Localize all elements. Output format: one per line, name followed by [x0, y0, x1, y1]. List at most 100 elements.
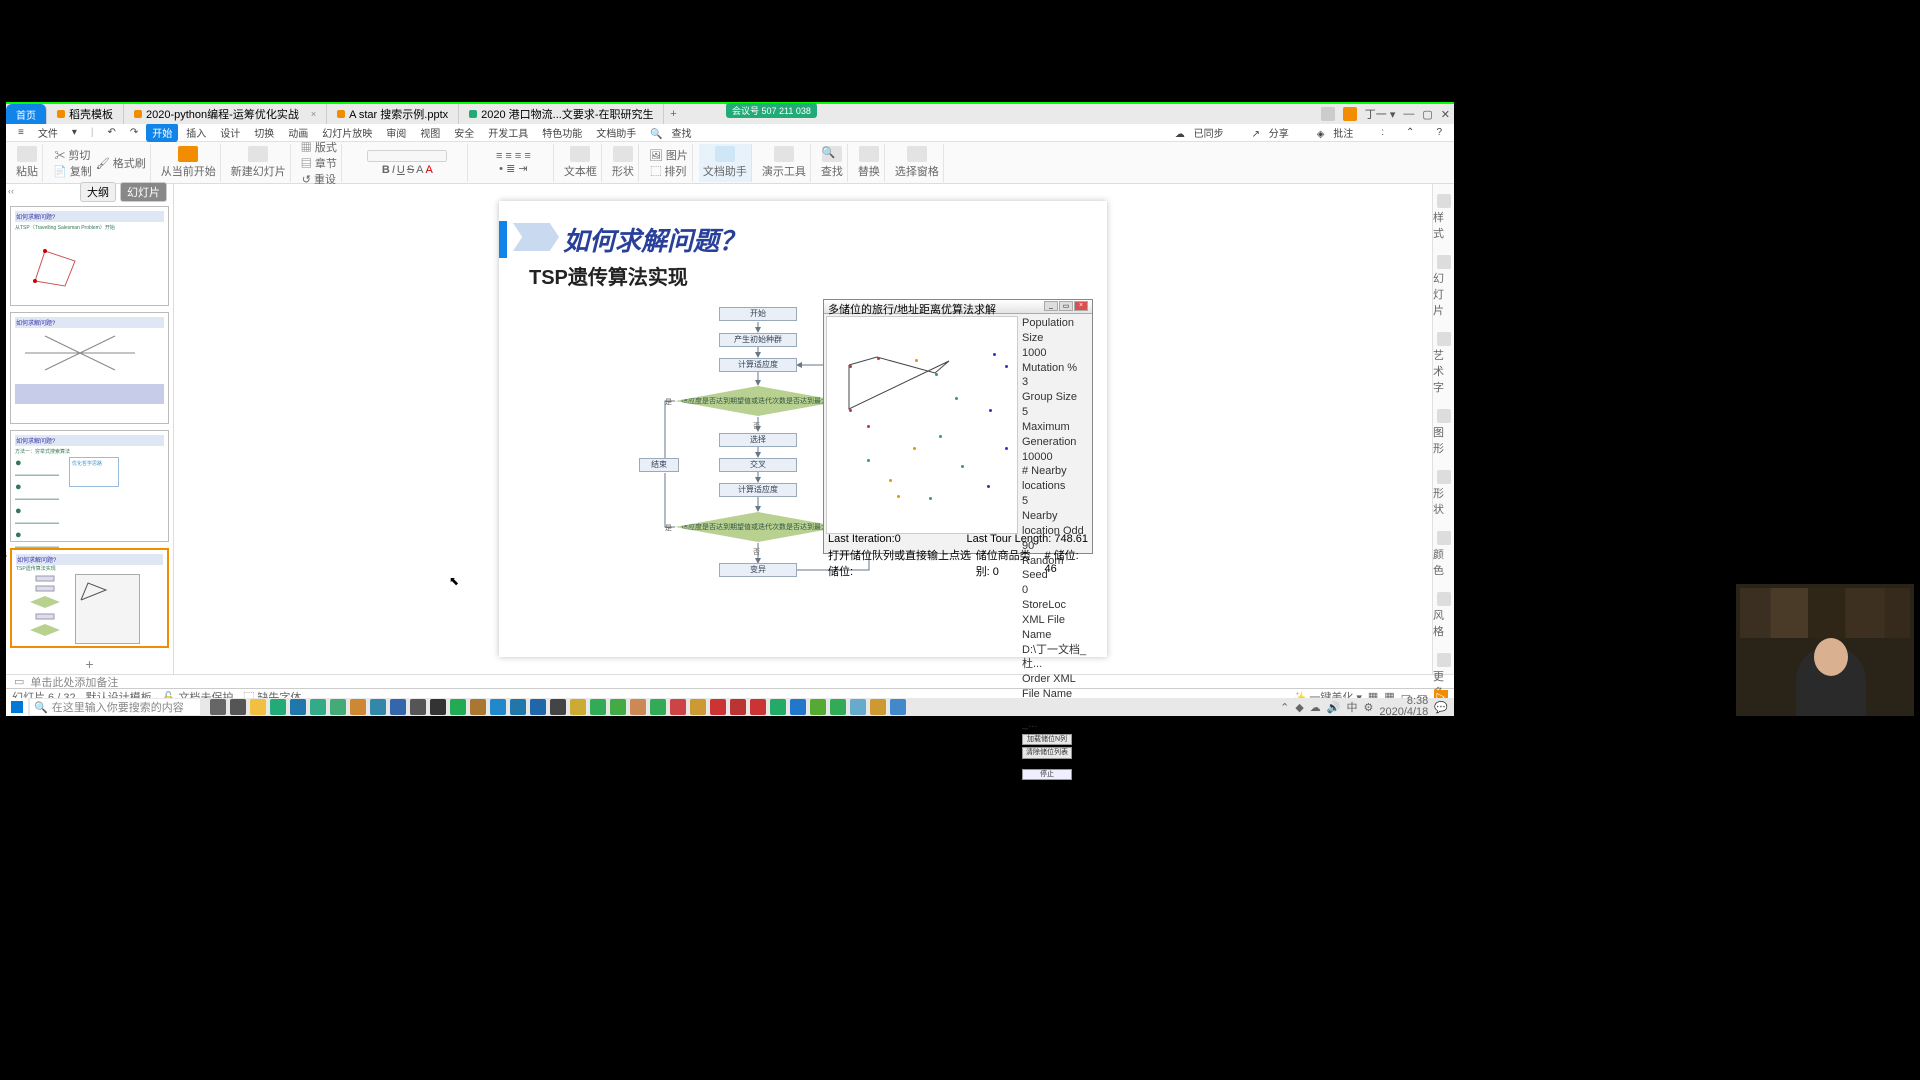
- shapes-icon[interactable]: [613, 146, 633, 162]
- start-button[interactable]: [6, 698, 28, 716]
- menu-special[interactable]: 特色功能: [536, 123, 588, 142]
- tab-doc3[interactable]: 2020 港口物流...文要求-在职研究生: [459, 104, 664, 124]
- copy-icon[interactable]: 📄 复制: [53, 163, 92, 179]
- app-icon[interactable]: [370, 699, 386, 715]
- arrange-icon[interactable]: ⬚ 排列: [650, 163, 686, 179]
- vscode-icon[interactable]: [790, 699, 806, 715]
- menu-start[interactable]: 开始: [146, 123, 178, 142]
- layout-icon[interactable]: ▦ 版式: [301, 139, 337, 155]
- replace-icon[interactable]: [859, 146, 879, 162]
- menu-view[interactable]: 视图: [414, 123, 446, 142]
- clock[interactable]: 8:382020/4/18: [1379, 696, 1428, 718]
- format-painter[interactable]: 🖌 格式刷: [96, 155, 146, 171]
- rtool-shapes[interactable]: 形状: [1433, 470, 1454, 517]
- thumb-4[interactable]: 4如何求解问题?: [10, 312, 169, 424]
- select-pane-icon[interactable]: [907, 146, 927, 162]
- menu-insert[interactable]: 插入: [180, 123, 212, 142]
- thumb-5[interactable]: 5如何求解问题?方法一：穷举式搜索算法● ————● ————● ————● —…: [10, 430, 169, 542]
- tab-doc1[interactable]: 2020-python编程-运筹优化实战×: [124, 104, 327, 124]
- menu-review[interactable]: 审阅: [380, 123, 412, 142]
- app-icon[interactable]: [510, 699, 526, 715]
- app-icon[interactable]: [870, 699, 886, 715]
- menu-file[interactable]: 文件: [32, 123, 64, 142]
- outline-tab[interactable]: 大纲: [80, 182, 116, 202]
- cut-icon[interactable]: ✂ 剪切: [54, 147, 90, 163]
- redo-icon[interactable]: ↷: [124, 125, 144, 140]
- rtool-theme[interactable]: 风格: [1433, 592, 1454, 639]
- tray-icon[interactable]: ◆: [1295, 701, 1303, 714]
- explorer-icon[interactable]: [250, 699, 266, 715]
- hamburger-icon[interactable]: ≡: [12, 125, 30, 140]
- sync-status[interactable]: ☁ 已同步: [1169, 123, 1236, 142]
- tray-ime-icon[interactable]: 中: [1346, 699, 1357, 715]
- app-icon[interactable]: [470, 699, 486, 715]
- app-icon[interactable]: [490, 699, 506, 715]
- tray-icon[interactable]: 🔊: [1327, 701, 1341, 714]
- undo-icon[interactable]: ↶: [101, 125, 121, 140]
- skin-icon[interactable]: [1321, 107, 1335, 121]
- user-icon[interactable]: [1343, 107, 1357, 121]
- from-current-icon[interactable]: [178, 146, 198, 162]
- app-icon[interactable]: [530, 699, 546, 715]
- rtool-slide[interactable]: 幻灯片: [1433, 255, 1454, 318]
- menu-helper[interactable]: 文档助手: [590, 123, 642, 142]
- app-icon[interactable]: [690, 699, 706, 715]
- app-icon[interactable]: [670, 699, 686, 715]
- rtool-wordart[interactable]: 艺术字: [1433, 332, 1454, 395]
- app-icon[interactable]: [610, 699, 626, 715]
- add-slide-button[interactable]: +: [6, 656, 173, 674]
- find-icon[interactable]: 🔍: [822, 146, 842, 162]
- present-tools-icon[interactable]: [774, 146, 794, 162]
- app-icon[interactable]: [810, 699, 826, 715]
- menu-search[interactable]: 🔍 查找: [644, 123, 703, 142]
- notes-bar[interactable]: ▭单击此处添加备注: [6, 674, 1454, 688]
- slides-tab[interactable]: 幻灯片: [120, 182, 167, 202]
- tray-expand-icon[interactable]: ⌃: [1280, 701, 1289, 714]
- app-icon[interactable]: [750, 699, 766, 715]
- rtool-graphic[interactable]: 图形: [1433, 409, 1454, 456]
- help-icon[interactable]: ?: [1430, 125, 1448, 140]
- notifications-icon[interactable]: 💬: [1434, 701, 1448, 714]
- menu-transition[interactable]: 切换: [248, 123, 280, 142]
- textbox-icon[interactable]: [570, 146, 590, 162]
- app-icon[interactable]: [770, 699, 786, 715]
- app-icon[interactable]: [570, 699, 586, 715]
- rtool-color[interactable]: 颜色: [1433, 531, 1454, 578]
- app-icon[interactable]: [350, 699, 366, 715]
- app-icon[interactable]: [630, 699, 646, 715]
- app-icon[interactable]: [290, 699, 306, 715]
- tab-doc2[interactable]: A star 搜索示例.pptx: [327, 104, 459, 124]
- close-window-icon[interactable]: ✕: [1441, 108, 1450, 121]
- app-icon[interactable]: [310, 699, 326, 715]
- minimize-icon[interactable]: —: [1403, 108, 1414, 120]
- app-icon[interactable]: [430, 699, 446, 715]
- app-icon[interactable]: [410, 699, 426, 715]
- menu-dev[interactable]: 开发工具: [482, 123, 534, 142]
- section-icon[interactable]: ▤ 章节: [301, 155, 337, 171]
- share-button[interactable]: ↗ 分享: [1246, 123, 1301, 142]
- app-icon[interactable]: [710, 699, 726, 715]
- menu-security[interactable]: 安全: [448, 123, 480, 142]
- close-icon[interactable]: ×: [311, 109, 316, 119]
- rtool-style[interactable]: 样式: [1433, 194, 1454, 241]
- wechat-icon[interactable]: [450, 699, 466, 715]
- app-icon[interactable]: [550, 699, 566, 715]
- notes-button[interactable]: ◈ 批注: [1311, 123, 1365, 142]
- font-select[interactable]: [367, 150, 447, 162]
- tab-templates[interactable]: 稻壳模板: [47, 104, 124, 124]
- new-slide-icon[interactable]: [248, 146, 268, 162]
- app-icon[interactable]: [850, 699, 866, 715]
- menu-design[interactable]: 设计: [214, 123, 246, 142]
- paste-icon[interactable]: [17, 146, 37, 162]
- doc-helper-icon[interactable]: [715, 146, 735, 162]
- app-icon[interactable]: [830, 699, 846, 715]
- app-icon[interactable]: [390, 699, 406, 715]
- app-icon[interactable]: [730, 699, 746, 715]
- slide-canvas[interactable]: 如何求解问题？ TSP遗传算法实现: [174, 184, 1432, 674]
- thumb-3[interactable]: 3如何求解问题?从TSP（Travelling Salesman Problem…: [10, 206, 169, 306]
- collapse-panel-icon[interactable]: ‹‹: [8, 186, 14, 196]
- maximize-icon[interactable]: ▢: [1422, 108, 1432, 121]
- taskview-icon[interactable]: [210, 699, 226, 715]
- tray-icon[interactable]: ⚙: [1363, 701, 1373, 714]
- tray-icon[interactable]: ☁: [1310, 701, 1321, 714]
